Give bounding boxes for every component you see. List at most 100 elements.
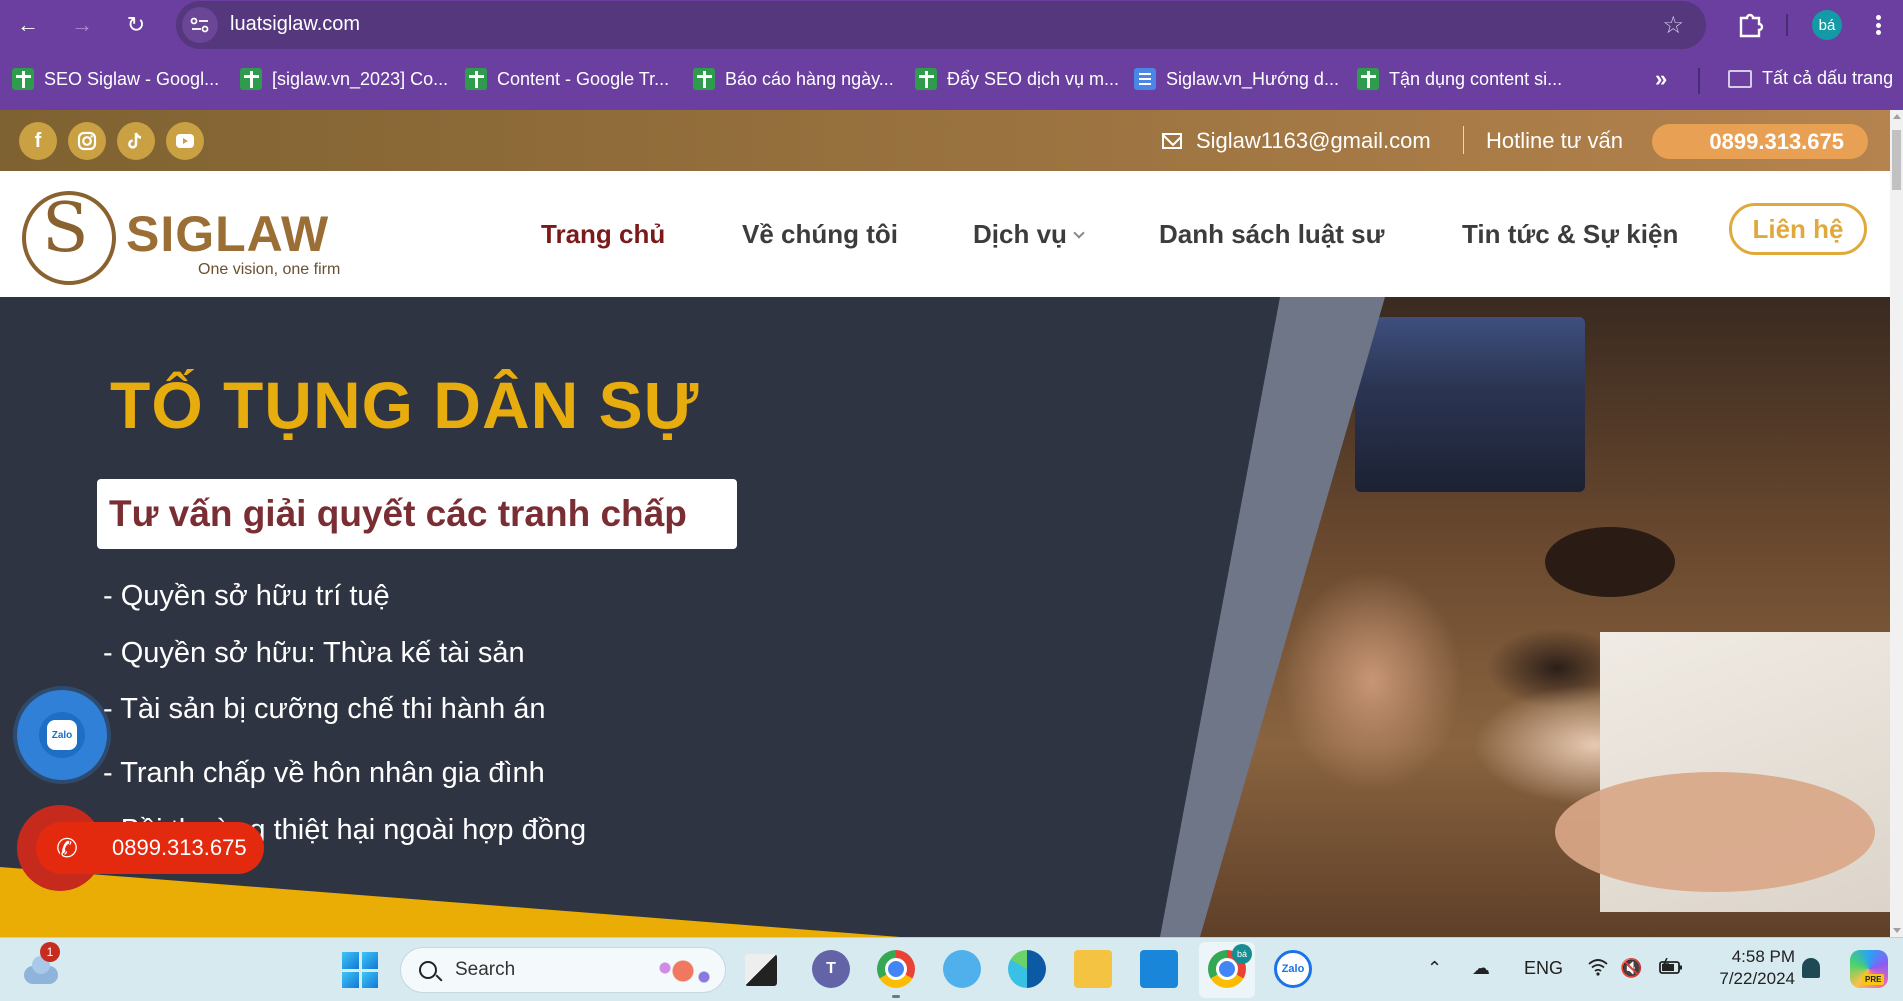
zalo-icon: Zalo (47, 720, 77, 750)
bookmark-star-icon[interactable]: ☆ (1662, 11, 1684, 40)
nav-item-lawyers[interactable]: Danh sách luật sư (1159, 219, 1384, 250)
windows-taskbar: 1 Search T bá Zalo ⌃ ☁ ENG 🔇 4:58 PM 7/2… (0, 937, 1903, 1001)
url-text[interactable]: luatsiglaw.com (230, 13, 360, 36)
task-view-icon[interactable] (745, 954, 777, 986)
zalo-chat-button[interactable]: Zalo (17, 690, 107, 780)
menu-kebab-icon[interactable] (1872, 10, 1884, 40)
forward-button[interactable]: → (66, 9, 98, 41)
hero-yellow-band (0, 867, 900, 937)
edge-icon[interactable] (1008, 950, 1046, 988)
zalo-app-icon[interactable]: Zalo (1274, 950, 1312, 988)
reload-button[interactable]: ↻ (120, 9, 152, 41)
bookmarks-bar: SEO Siglaw - Googl... [siglaw.vn_2023] C… (0, 50, 1903, 110)
hero-subtitle-box: Tư vấn giải quyết các tranh chấp (97, 479, 737, 549)
call-hotline-button[interactable]: ✆ 0899.313.675 (36, 822, 264, 874)
web-page: f Siglaw1163@gmail.com Hotline tư vấn 08… (0, 110, 1890, 937)
instagram-icon[interactable] (68, 122, 106, 160)
bookmark-item[interactable]: Báo cáo hàng ngày... (693, 68, 894, 90)
hero-list-item: - Quyền sở hữu: Thừa kế tài sản (103, 637, 525, 669)
onedrive-cloud-icon[interactable]: ☁ (1472, 958, 1490, 979)
hero-list-item: - Tranh chấp về hôn nhân gia đình (103, 757, 545, 789)
search-icon (419, 961, 437, 979)
battery-charging-icon[interactable] (1658, 957, 1684, 981)
search-highlight-icon (653, 956, 713, 986)
system-clock[interactable]: 4:58 PM 7/22/2024 (1705, 946, 1795, 990)
nav-item-home[interactable]: Trang chủ (541, 219, 665, 250)
volume-muted-icon[interactable]: 🔇 (1620, 958, 1642, 979)
infobar-divider (1463, 126, 1464, 154)
bookmark-item[interactable]: Tận dụng content si... (1357, 68, 1562, 90)
hotline-button[interactable]: 0899.313.675 (1652, 124, 1868, 159)
profile-avatar[interactable]: bá (1812, 10, 1842, 40)
windows-start-icon[interactable] (342, 952, 378, 988)
sheets-icon (465, 68, 487, 90)
gavel-image (1545, 527, 1675, 597)
mail-icon[interactable] (1140, 950, 1178, 988)
site-info-button[interactable] (182, 7, 218, 43)
notification-bell-icon[interactable] (1802, 958, 1820, 978)
chevron-down-icon (1073, 227, 1085, 239)
youtube-icon[interactable] (166, 122, 204, 160)
hotline-label: Hotline tư vấn (1486, 128, 1624, 153)
reload-icon: ↻ (126, 12, 146, 37)
teams-icon[interactable]: T (812, 950, 850, 988)
preview-badge: PRE (1862, 974, 1885, 985)
envelope-icon (1162, 133, 1182, 149)
page-scrollbar[interactable] (1890, 110, 1903, 937)
back-button[interactable]: ← (12, 9, 44, 41)
facebook-icon[interactable]: f (19, 122, 57, 160)
bookmark-item[interactable]: Đẩy SEO dịch vụ m... (915, 68, 1119, 90)
siglaw-logo[interactable]: S SIGLAW One vision, one firm (22, 191, 362, 287)
language-indicator[interactable]: ENG (1524, 958, 1563, 979)
arrow-right-icon: → (71, 12, 93, 37)
chrome-profile-icon[interactable] (877, 950, 915, 998)
all-bookmarks-button[interactable]: Tất cả dấu trang (1728, 68, 1893, 89)
phone-icon: ✆ (56, 832, 78, 863)
contact-button[interactable]: Liên hệ (1729, 203, 1867, 255)
cloud-icon (24, 956, 58, 984)
tune-icon (190, 17, 209, 33)
email-link[interactable]: Siglaw1163@gmail.com (1162, 128, 1431, 154)
main-navbar: S SIGLAW One vision, one firm Trang chủ … (0, 171, 1890, 297)
tiktok-icon[interactable] (117, 122, 155, 160)
bookmark-item[interactable]: [siglaw.vn_2023] Co... (240, 68, 448, 90)
sheets-icon (915, 68, 937, 90)
clock-time: 4:58 PM (1731, 947, 1795, 966)
hero-list-item: - Quyền sở hữu trí tuệ (103, 580, 390, 612)
zalo-icon-circle: Zalo (39, 712, 85, 758)
file-explorer-icon[interactable] (1074, 950, 1112, 988)
logo-name: SIGLAW (126, 206, 330, 262)
bookmark-item[interactable]: Siglaw.vn_Hướng d... (1134, 68, 1339, 90)
copilot-icon[interactable]: PRE (1850, 950, 1888, 988)
sheets-icon (12, 68, 34, 90)
arrow-left-icon: ← (17, 12, 39, 37)
scrollbar-thumb[interactable] (1892, 130, 1901, 190)
scroll-up-arrow-icon[interactable] (1893, 114, 1901, 119)
hand-image (1555, 772, 1875, 892)
bookmarks-divider (1698, 68, 1700, 94)
show-hidden-icons-chevron-icon[interactable]: ⌃ (1427, 958, 1442, 979)
taskbar-search[interactable]: Search (400, 947, 726, 993)
hero-list-item: - Tài sản bị cưỡng chế thi hành án (103, 693, 546, 725)
nav-item-news[interactable]: Tin tức & Sự kiện (1462, 219, 1678, 250)
law-books-image (1355, 317, 1585, 492)
wifi-icon[interactable] (1587, 958, 1609, 981)
bookmark-item[interactable]: Content - Google Tr... (465, 68, 669, 90)
profile-badge: bá (1232, 944, 1252, 964)
paint-icon[interactable] (943, 950, 981, 988)
scroll-down-arrow-icon[interactable] (1893, 928, 1901, 933)
docs-icon (1134, 68, 1156, 90)
address-bar[interactable]: luatsiglaw.com ☆ (176, 1, 1706, 49)
weather-widget[interactable]: 1 (22, 942, 60, 988)
hero-title: TỐ TỤNG DÂN SỰ (110, 368, 700, 442)
top-info-bar: f Siglaw1163@gmail.com Hotline tư vấn 08… (0, 110, 1890, 171)
nav-item-services[interactable]: Dịch vụ (973, 219, 1085, 250)
extensions-icon[interactable] (1735, 10, 1765, 40)
more-bookmarks-chevron-icon[interactable]: » (1655, 66, 1667, 92)
chrome-icon[interactable]: bá (1208, 944, 1252, 988)
browser-toolbar: ← → ↻ luatsiglaw.com ☆ bá (0, 0, 1903, 50)
notification-badge: 1 (40, 942, 60, 962)
nav-item-about[interactable]: Về chúng tôi (742, 219, 898, 250)
toolbar-divider (1786, 14, 1788, 36)
bookmark-item[interactable]: SEO Siglaw - Googl... (12, 68, 219, 90)
